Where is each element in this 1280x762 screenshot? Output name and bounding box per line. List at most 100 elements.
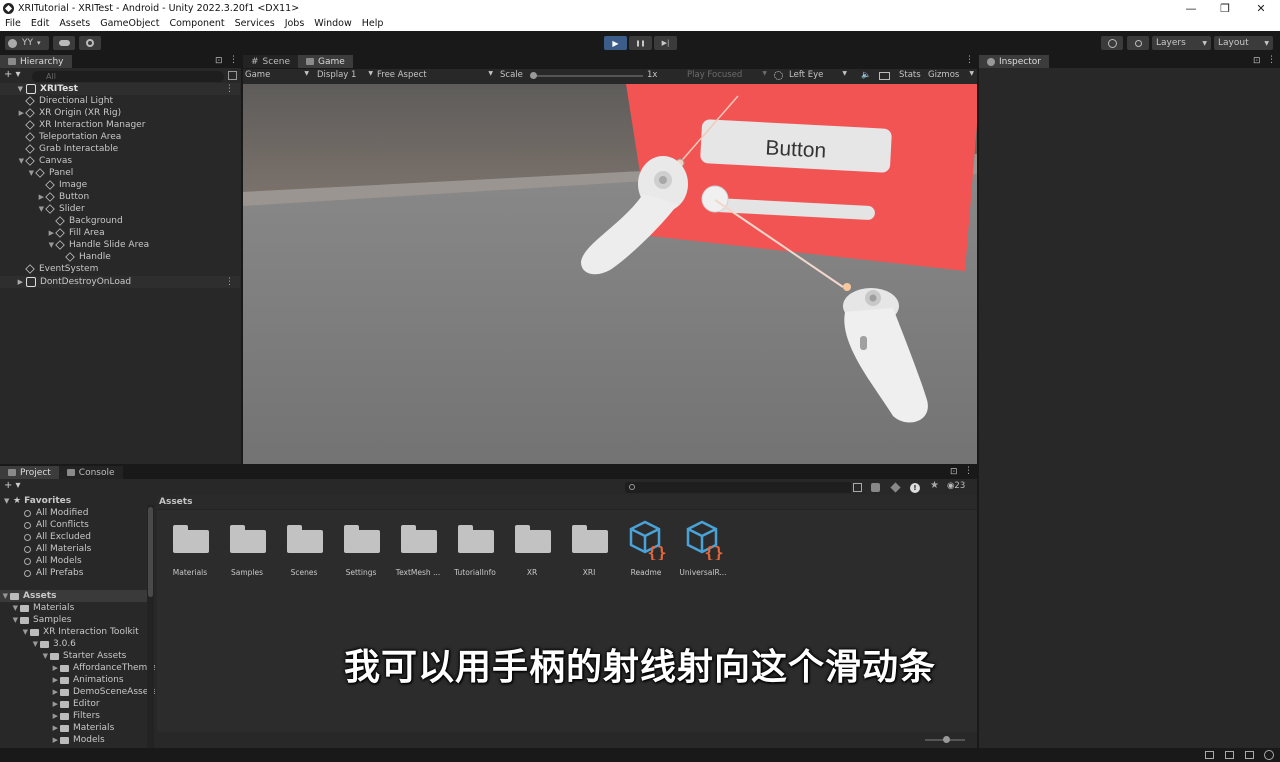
lock-icon[interactable]: ⊡ — [1253, 56, 1261, 66]
lock-icon[interactable]: ⊡ — [950, 467, 958, 477]
expand-arrow-icon[interactable]: ▶ — [0, 700, 60, 708]
debug-icon[interactable] — [1225, 751, 1234, 759]
expand-arrow-icon[interactable]: ▼ — [0, 604, 20, 612]
expand-arrow-icon[interactable]: ▼ — [0, 205, 46, 213]
kebab-menu-icon[interactable]: ⋮ — [225, 84, 234, 94]
layers-dropdown[interactable]: Layers ▼ — [1152, 36, 1211, 50]
expand-arrow-icon[interactable]: ▶ — [0, 712, 60, 720]
tab-project[interactable]: Project — [0, 466, 59, 479]
layout-dropdown[interactable]: Layout ▼ — [1214, 36, 1273, 50]
tab-scene[interactable]: # Scene — [243, 55, 298, 68]
expand-arrow-icon[interactable]: ▼ — [0, 157, 26, 165]
cloud-button[interactable] — [53, 36, 75, 50]
hierarchy-item[interactable]: ▼ Canvas — [0, 155, 240, 167]
scale-slider-handle[interactable] — [530, 72, 537, 79]
kebab-menu-icon[interactable]: ⋮ — [1267, 55, 1276, 65]
expand-arrow-icon[interactable]: ▶ — [0, 229, 56, 237]
asset-tree-item[interactable]: ▶ Materials — [0, 722, 147, 734]
alert-icon[interactable]: ! — [910, 483, 920, 493]
hierarchy-item[interactable]: XR Interaction Manager — [0, 119, 240, 131]
bug-icon[interactable] — [774, 71, 783, 80]
dontdestroy-row[interactable]: ▶ DontDestroyOnLoad ⋮ — [0, 276, 240, 288]
scale-slider[interactable] — [531, 75, 643, 77]
hidden-packages-toggle[interactable]: ◉23 — [947, 481, 965, 491]
mute-audio-icon[interactable]: 🔈 — [861, 70, 871, 79]
asset-tree-item[interactable]: ▼ Materials — [0, 602, 147, 614]
hierarchy-item[interactable]: Grab Interactable — [0, 143, 240, 155]
stats-button[interactable]: Stats — [899, 70, 921, 80]
settings-button[interactable] — [79, 36, 101, 50]
eye-dropdown[interactable]: Left Eye ▼ — [789, 70, 847, 82]
kebab-menu-icon[interactable]: ⋮ — [225, 277, 234, 287]
filter-icon[interactable] — [228, 71, 237, 80]
play-button[interactable]: ▶ — [604, 36, 627, 50]
tree-scrollbar-thumb[interactable] — [148, 507, 153, 597]
aspect-dropdown[interactable]: Free Aspect ▼ — [377, 70, 493, 82]
filter-type-icon[interactable] — [871, 483, 880, 492]
lock-icon[interactable]: ⊡ — [215, 56, 223, 66]
kebab-menu-icon[interactable]: ⋮ — [965, 55, 974, 65]
menu-services[interactable]: Services — [230, 18, 280, 29]
expand-arrow-icon[interactable]: ▼ — [0, 241, 56, 249]
hierarchy-item[interactable]: ▼ Handle Slide Area — [0, 239, 240, 251]
kebab-menu-icon[interactable]: ⋮ — [229, 55, 238, 65]
asset-tree-item[interactable]: ▶ Models — [0, 734, 147, 746]
favorites-header[interactable]: ▼ ★ Favorites — [4, 495, 71, 507]
menu-gameobject[interactable]: GameObject — [95, 18, 164, 29]
gizmos-dropdown[interactable]: Gizmos ▼ — [928, 70, 974, 82]
tab-hierarchy[interactable]: Hierarchy — [0, 55, 72, 68]
hierarchy-item[interactable]: ▶ Fill Area — [0, 227, 240, 239]
asset-tree-item[interactable]: ▶ Editor — [0, 698, 147, 710]
label-tag-icon[interactable] — [890, 482, 901, 493]
create-asset-button[interactable]: + ▾ — [4, 480, 21, 491]
expand-arrow-icon[interactable]: ▶ — [0, 109, 26, 117]
step-button[interactable]: ▶| — [654, 36, 677, 50]
add-object-button[interactable]: + ▾ — [4, 69, 21, 80]
hierarchy-item[interactable]: ▶ Button — [0, 191, 240, 203]
menu-file[interactable]: File — [0, 18, 26, 29]
star-icon[interactable]: ★ — [930, 480, 939, 491]
menu-help[interactable]: Help — [357, 18, 389, 29]
hierarchy-item[interactable]: Handle — [0, 251, 240, 263]
asset-tree-item[interactable]: ▼ Samples — [0, 614, 147, 626]
minimize-button[interactable]: — — [1174, 0, 1208, 16]
keyboard-icon[interactable] — [879, 72, 890, 80]
menu-edit[interactable]: Edit — [26, 18, 54, 29]
pause-button[interactable]: ❚❚ — [629, 36, 652, 50]
breadcrumb-assets[interactable]: Assets — [159, 497, 192, 507]
expand-arrow-icon[interactable]: ▼ — [0, 169, 36, 177]
tree-scrollbar[interactable] — [147, 505, 154, 748]
display-dropdown[interactable]: Display 1 ▼ — [317, 70, 373, 82]
search-type-icon[interactable] — [853, 483, 862, 492]
hierarchy-item[interactable]: Image — [0, 179, 240, 191]
menu-window[interactable]: Window — [309, 18, 356, 29]
hierarchy-search-input[interactable]: All — [32, 71, 224, 82]
expand-arrow-icon[interactable]: ▼ — [0, 592, 10, 600]
expand-arrow-icon[interactable]: ▶ — [0, 278, 26, 286]
account-dropdown[interactable]: YY ▾ — [5, 36, 49, 50]
kebab-menu-icon[interactable]: ⋮ — [964, 466, 973, 476]
menu-component[interactable]: Component — [164, 18, 229, 29]
tab-inspector[interactable]: Inspector — [979, 55, 1049, 68]
check-icon[interactable] — [1264, 750, 1274, 760]
favorite-item[interactable]: All Conflicts — [24, 519, 89, 531]
progress-icon[interactable] — [1245, 751, 1254, 759]
icon-size-handle[interactable] — [943, 736, 950, 743]
hierarchy-item[interactable]: ▶ XR Origin (XR Rig) — [0, 107, 240, 119]
close-button[interactable]: ✕ — [1244, 0, 1278, 16]
expand-arrow-icon[interactable]: ▶ — [0, 736, 60, 744]
hierarchy-item[interactable]: Background — [0, 215, 240, 227]
search-button[interactable] — [1127, 36, 1149, 50]
network-icon[interactable] — [1205, 751, 1214, 759]
game-viewport[interactable]: Button — [243, 84, 977, 464]
game-mode-dropdown[interactable]: Game ▼ — [245, 70, 309, 82]
favorite-item[interactable]: All Materials — [24, 543, 91, 555]
history-button[interactable] — [1101, 36, 1123, 50]
favorite-item[interactable]: All Models — [24, 555, 82, 567]
expand-arrow-icon[interactable]: ▼ — [0, 85, 26, 93]
hierarchy-item[interactable]: ▼ Slider — [0, 203, 240, 215]
asset-tree-item[interactable]: ▼ Assets — [0, 590, 147, 602]
scene-row[interactable]: ▼ XRITest ⋮ — [0, 83, 240, 95]
hierarchy-item[interactable]: EventSystem — [0, 263, 240, 275]
maximize-button[interactable]: ❐ — [1208, 0, 1242, 16]
